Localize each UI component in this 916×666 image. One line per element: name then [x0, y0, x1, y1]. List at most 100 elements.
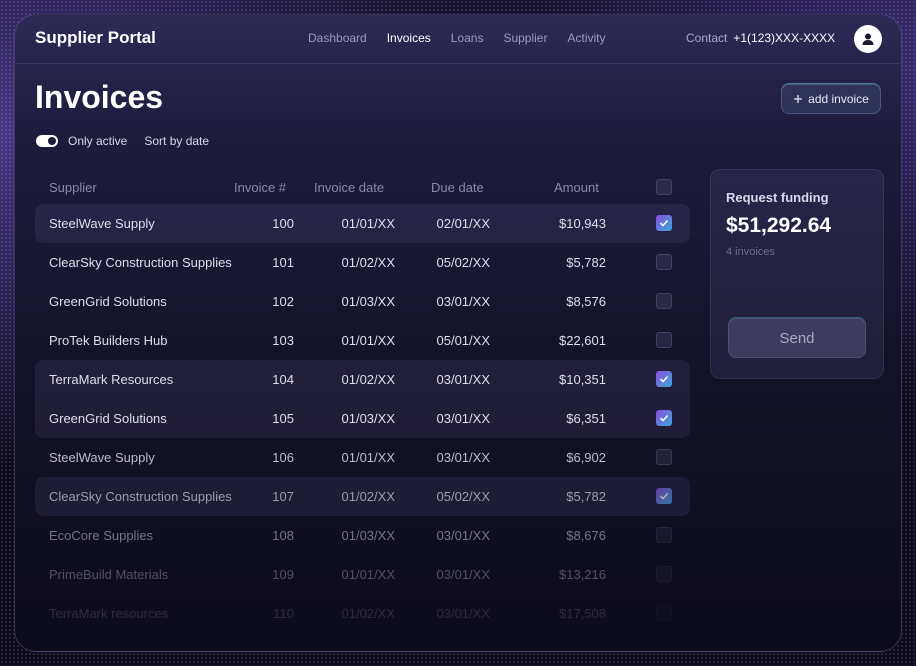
column-header-invoice-number[interactable]: Invoice #: [234, 180, 286, 195]
add-invoice-label: add invoice: [808, 92, 869, 106]
row-checkbox[interactable]: [656, 566, 672, 582]
select-all-checkbox[interactable]: [656, 179, 672, 195]
add-invoice-button[interactable]: add invoice: [781, 84, 881, 114]
amount-cell: $8,576: [566, 294, 606, 309]
table-row[interactable]: PrimeBuild Materials 109 01/01/XX 03/01/XX $…: [35, 555, 690, 594]
due-date-cell: 03/01/XX: [436, 567, 491, 582]
table-row[interactable]: TerraMark resources 110 01/02/XX 03/01/XX $1…: [35, 594, 690, 633]
nav-dashboard[interactable]: Dashboard: [308, 31, 367, 45]
filter-bar: Only active Sort by date: [36, 134, 209, 148]
due-date-cell: 02/01/XX: [436, 216, 491, 231]
app-window: Supplier Portal Dashboard Invoices Loans…: [14, 14, 902, 652]
table-body: SteelWave Supply 100 01/01/XX 02/01/XX $10,9…: [35, 204, 690, 633]
invoice-number-cell: 102: [272, 294, 294, 309]
nav-loans[interactable]: Loans: [451, 31, 484, 45]
supplier-cell: TerraMark resources: [49, 606, 169, 621]
table-row[interactable]: TerraMark Resources 104 01/02/XX 03/01/XX $1…: [35, 360, 690, 399]
table-row[interactable]: ClearSky Construction Supplies 107 01/02/X…: [35, 477, 690, 516]
check-icon: [659, 492, 669, 500]
row-checkbox[interactable]: [656, 293, 672, 309]
invoice-number-cell: 106: [272, 450, 294, 465]
amount-cell: $5,782: [566, 489, 606, 504]
due-date-cell: 03/01/XX: [436, 372, 491, 387]
nav-supplier[interactable]: Supplier: [503, 31, 547, 45]
invoice-date-cell: 01/01/XX: [341, 567, 396, 582]
row-checkbox[interactable]: [656, 410, 672, 426]
table-row[interactable]: SteelWave Supply 106 01/01/XX 03/01/XX $6,90…: [35, 438, 690, 477]
contact-label: Contact: [686, 31, 728, 45]
amount-cell: $6,902: [566, 450, 606, 465]
supplier-cell: SteelWave Supply: [49, 216, 155, 231]
row-checkbox[interactable]: [656, 215, 672, 231]
amount-cell: $13,216: [559, 567, 606, 582]
user-icon: [862, 33, 874, 45]
amount-cell: $6,351: [566, 411, 606, 426]
nav-activity[interactable]: Activity: [567, 31, 605, 45]
row-checkbox[interactable]: [656, 254, 672, 270]
table-row[interactable]: ProTek Builders Hub 103 01/01/XX 05/01/XX $2…: [35, 321, 690, 360]
contact-info: Contact +1(123)XXX-XXXX: [686, 31, 835, 45]
column-header-due-date[interactable]: Due date: [431, 180, 484, 195]
table-row[interactable]: GreenGrid Solutions 105 01/03/XX 03/01/XX $6…: [35, 399, 690, 438]
invoice-number-cell: 104: [272, 372, 294, 387]
row-checkbox[interactable]: [656, 527, 672, 543]
table-row[interactable]: ClearSky Construction Supplies 101 01/02/X…: [35, 243, 690, 282]
row-checkbox[interactable]: [656, 605, 672, 621]
invoice-date-cell: 01/02/XX: [341, 606, 396, 621]
supplier-cell: SteelWave Supply: [49, 450, 155, 465]
due-date-cell: 03/01/XX: [436, 528, 491, 543]
invoice-number-cell: 101: [272, 255, 294, 270]
amount-cell: $10,351: [559, 372, 606, 387]
amount-cell: $5,782: [566, 255, 606, 270]
plus-icon: [794, 95, 803, 103]
invoice-date-cell: 01/02/XX: [341, 255, 396, 270]
invoice-date-cell: 01/03/XX: [341, 528, 396, 543]
invoice-number-cell: 105: [272, 411, 294, 426]
column-header-supplier[interactable]: Supplier: [49, 180, 97, 195]
column-header-invoice-date[interactable]: Invoice date: [314, 180, 384, 195]
funding-total: $51,292.64: [726, 214, 832, 237]
main-nav: Dashboard Invoices Loans Supplier Activi…: [308, 31, 626, 45]
table-row[interactable]: EcoCore Supplies 108 01/03/XX 03/01/XX $8,67…: [35, 516, 690, 555]
top-navbar: Supplier Portal Dashboard Invoices Loans…: [15, 15, 901, 64]
column-header-amount[interactable]: Amount: [554, 180, 599, 195]
row-checkbox[interactable]: [656, 371, 672, 387]
supplier-cell: EcoCore Supplies: [49, 528, 154, 543]
row-checkbox[interactable]: [656, 449, 672, 465]
due-date-cell: 03/01/XX: [436, 294, 491, 309]
user-avatar-button[interactable]: [854, 25, 882, 53]
page-title: Invoices: [35, 79, 164, 115]
row-checkbox[interactable]: [656, 488, 672, 504]
amount-cell: $17,508: [559, 606, 606, 621]
amount-cell: $8,676: [566, 528, 606, 543]
invoice-number-cell: 109: [272, 567, 294, 582]
brand-logo[interactable]: Supplier Portal: [35, 28, 156, 48]
supplier-cell: ClearSky Construction Supplies: [49, 255, 232, 270]
invoice-number-cell: 100: [272, 216, 294, 231]
sort-by-date-button[interactable]: Sort by date: [144, 134, 209, 148]
invoice-number-cell: 103: [272, 333, 294, 348]
contact-phone[interactable]: +1(123)XXX-XXXX: [733, 31, 835, 45]
invoice-date-cell: 01/01/XX: [341, 450, 396, 465]
supplier-cell: TerraMark Resources: [49, 372, 174, 387]
check-icon: [659, 414, 669, 422]
invoice-number-cell: 110: [273, 606, 294, 621]
due-date-cell: 05/01/XX: [436, 333, 491, 348]
only-active-toggle[interactable]: [36, 135, 58, 147]
supplier-cell: ProTek Builders Hub: [49, 333, 168, 348]
due-date-cell: 05/02/XX: [436, 489, 491, 504]
table-row[interactable]: GreenGrid Solutions 102 01/03/XX 03/01/XX $8…: [35, 282, 690, 321]
table-row[interactable]: SteelWave Supply 100 01/01/XX 02/01/XX $10,9…: [35, 204, 690, 243]
supplier-cell: GreenGrid Solutions: [49, 411, 167, 426]
row-checkbox[interactable]: [656, 332, 672, 348]
due-date-cell: 03/01/XX: [436, 411, 491, 426]
invoice-number-cell: 108: [272, 528, 294, 543]
check-icon: [659, 219, 669, 227]
supplier-cell: GreenGrid Solutions: [49, 294, 167, 309]
invoice-table: Supplier Invoice # Invoice date Due date…: [35, 170, 690, 633]
due-date-cell: 03/01/XX: [436, 450, 491, 465]
amount-cell: $10,943: [559, 216, 606, 231]
send-button[interactable]: Send: [728, 318, 866, 358]
table-header: Supplier Invoice # Invoice date Due date…: [35, 170, 690, 204]
nav-invoices[interactable]: Invoices: [387, 31, 431, 45]
